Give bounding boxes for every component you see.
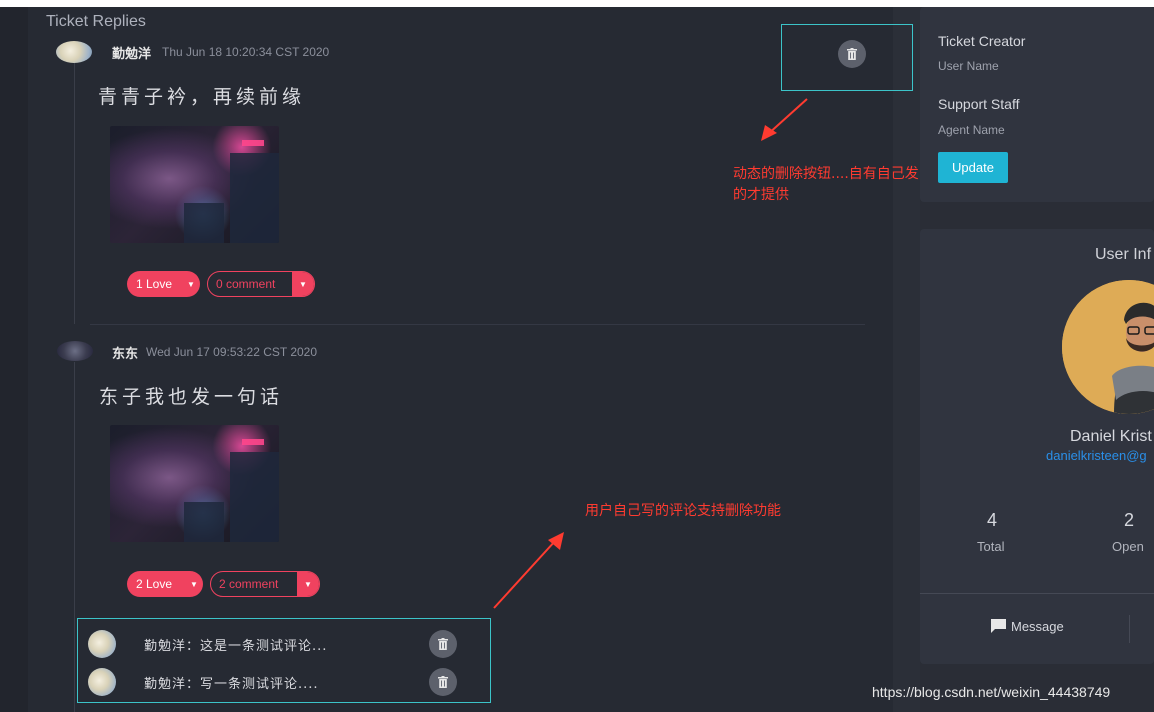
trash-icon: [847, 48, 857, 60]
profile-photo-portrait: [1062, 280, 1154, 414]
user-info-title: User Inf: [1095, 246, 1152, 263]
comment-button-label: 0 comment: [216, 277, 276, 291]
card-divider: [920, 593, 1154, 594]
message-button[interactable]: Message: [990, 618, 1064, 634]
annotation-line: 动态的删除按钮....自有自己发: [733, 166, 919, 182]
watermark: https://blog.csdn.net/weixin_44438749: [872, 684, 1111, 700]
stat-total-value: 4: [987, 510, 998, 530]
support-staff-label: Support Staff: [938, 96, 1020, 112]
profile-photo[interactable]: [1062, 280, 1154, 414]
message-icon: [991, 619, 1006, 633]
post-text: 青青子衿，再续前缘: [98, 86, 306, 108]
post-timestamp: Wed Jun 17 09:53:22 CST 2020: [146, 345, 318, 359]
post-timestamp: Thu Jun 18 10:20:34 CST 2020: [162, 45, 330, 59]
comment-delete-button[interactable]: [429, 630, 457, 658]
update-button[interactable]: Update: [938, 152, 1008, 183]
comment-item: 勤勉洋：写一条测试评论....: [78, 663, 490, 701]
avatar[interactable]: [88, 630, 116, 658]
ticket-info-card: Ticket Creator User Name Support Staff A…: [920, 7, 1154, 202]
trash-icon: [438, 676, 448, 688]
comment-text: 勤勉洋：写一条测试评论....: [144, 677, 319, 692]
card-vertical-divider: [1129, 615, 1130, 643]
comment-text: 勤勉洋：这是一条测试评论...: [144, 639, 328, 654]
post-author[interactable]: 东东: [112, 343, 138, 362]
comment-button[interactable]: 2 comment ▼: [210, 571, 320, 597]
avatar[interactable]: [88, 668, 116, 696]
love-button-label: 2 Love: [136, 577, 173, 591]
caret-down-icon: ▼: [187, 279, 195, 289]
comment-item: 勤勉洋：这是一条测试评论...: [78, 625, 490, 663]
stat-open-label: Open: [1112, 539, 1144, 554]
message-button-label: Message: [1011, 618, 1064, 634]
caret-down-icon[interactable]: ▼: [297, 572, 319, 596]
post-image[interactable]: [110, 126, 279, 243]
stat-total-label: Total: [977, 539, 1005, 554]
comment-button-label: 2 comment: [219, 577, 279, 591]
support-staff-value: Agent Name: [938, 123, 1005, 137]
annotation-arrow: [493, 532, 564, 609]
post-image[interactable]: [110, 425, 279, 542]
comment-button[interactable]: 0 comment ▼: [207, 271, 315, 297]
thread-line: [74, 62, 75, 324]
post-text: 东子我也发一句话: [99, 386, 284, 408]
comment-delete-button[interactable]: [429, 668, 457, 696]
section-title: Ticket Replies: [46, 13, 146, 30]
annotation-note: 动态的删除按钮....自有自己发 的才提供: [733, 164, 919, 206]
column-gap: [893, 7, 920, 712]
annotation-arrow: [761, 98, 808, 141]
ticket-creator-label: Ticket Creator: [938, 33, 1026, 49]
avatar[interactable]: [57, 341, 93, 361]
user-info-card: User Inf Daniel Krist danielkristeen@g 4…: [920, 229, 1154, 664]
post-separator: [90, 324, 865, 325]
profile-email-link[interactable]: danielkristeen@g: [1046, 448, 1147, 463]
stat-open-value: 2: [1124, 510, 1135, 530]
love-button-label: 1 Love: [136, 277, 173, 291]
love-button[interactable]: 1 Love ▼: [127, 271, 200, 297]
left-sidebar-strip: [0, 7, 28, 712]
ticket-creator-value: User Name: [938, 59, 999, 73]
annotation-line: 的才提供: [733, 187, 789, 203]
post-author[interactable]: 勤勉洋: [112, 43, 151, 62]
profile-name: Daniel Krist: [1070, 428, 1152, 445]
window-top-edge: [0, 0, 1154, 7]
caret-down-icon[interactable]: ▼: [292, 272, 314, 296]
love-button[interactable]: 2 Love ▼: [127, 571, 203, 597]
post-delete-button[interactable]: [838, 40, 866, 68]
avatar[interactable]: [56, 41, 92, 63]
trash-icon: [438, 638, 448, 650]
thread-line: [74, 362, 75, 712]
caret-down-icon: ▼: [190, 579, 198, 589]
annotation-note: 用户自己写的评论支持删除功能: [585, 503, 781, 519]
